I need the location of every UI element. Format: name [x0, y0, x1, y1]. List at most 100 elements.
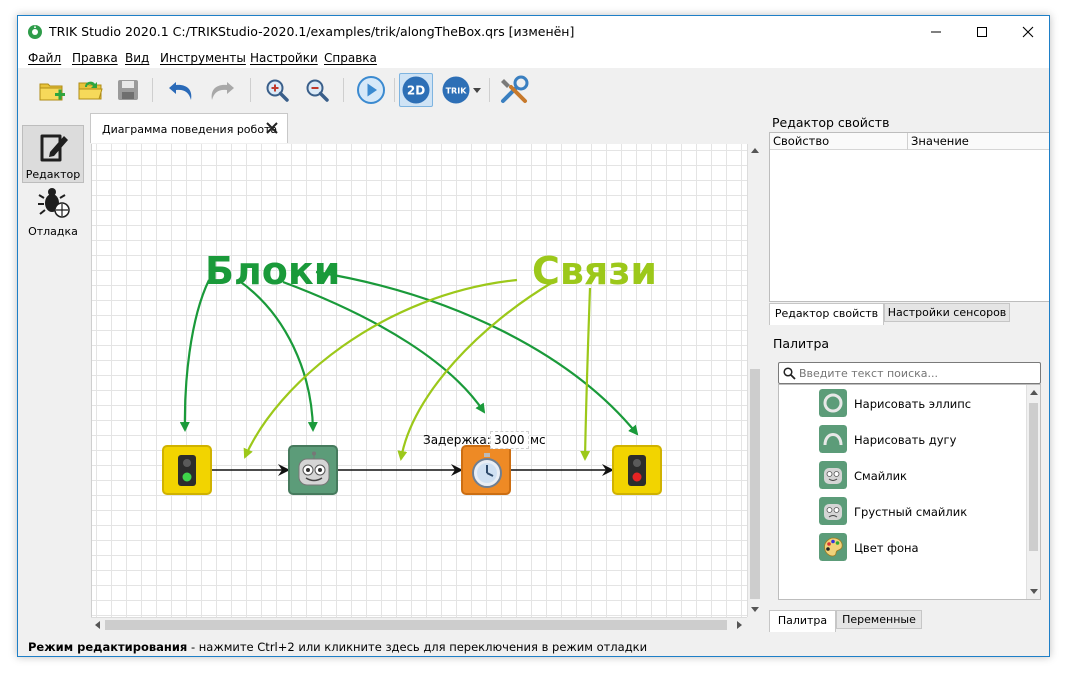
- diagram-tab-bar: Диаграмма поведения робота: [90, 112, 770, 143]
- arrow-blocks-start: [179, 279, 210, 432]
- palette-item-background-color[interactable]: Цвет фона: [819, 533, 1019, 563]
- run-button[interactable]: [354, 73, 388, 107]
- diagram-tab[interactable]: Диаграмма поведения робота: [90, 113, 288, 143]
- scroll-corner: [747, 617, 762, 632]
- scroll-left-icon: [95, 621, 100, 629]
- palette-search-box[interactable]: [778, 362, 1041, 384]
- ellipse-icon: [819, 389, 847, 417]
- property-table-header: Свойство Значение: [770, 133, 1049, 150]
- horizontal-scroll-thumb[interactable]: [105, 620, 727, 630]
- diagram-vertical-scrollbar[interactable]: [747, 144, 762, 617]
- start-block[interactable]: [162, 445, 212, 495]
- delay-value[interactable]: 3000: [490, 431, 529, 449]
- stopwatch-icon: [472, 453, 502, 488]
- mode-2d-button[interactable]: 2D: [399, 73, 433, 107]
- 2d-mode-icon: 2D: [402, 76, 430, 104]
- scroll-down-icon: [1030, 589, 1038, 594]
- property-table[interactable]: Свойство Значение: [769, 132, 1049, 302]
- window-title: TRIK Studio 2020.1 C:/TRIKStudio-2020.1/…: [49, 24, 575, 39]
- column-value[interactable]: Значение: [911, 134, 969, 148]
- tab-variables[interactable]: Переменные: [836, 610, 922, 629]
- column-property[interactable]: Свойство: [773, 134, 829, 148]
- palette-item-smile[interactable]: Смайлик: [819, 461, 1019, 491]
- vertical-scroll-thumb[interactable]: [750, 369, 760, 599]
- palette-list[interactable]: Нарисовать эллипс Нарисовать дугу Смайли…: [778, 384, 1041, 600]
- redo-button[interactable]: [205, 73, 239, 107]
- arrow-links-third: [580, 287, 592, 461]
- property-tabs: Редактор свойств Настройки сенсоров: [769, 303, 1049, 325]
- minimize-icon: [931, 31, 941, 33]
- tab-palette[interactable]: Палитра: [769, 610, 836, 632]
- delay-label: Задержка:: [423, 433, 491, 447]
- robot-model-dropdown[interactable]: [469, 73, 485, 107]
- tools-icon: [501, 75, 529, 103]
- menu-help[interactable]: Справка: [324, 51, 377, 65]
- menu-edit[interactable]: Правка: [72, 51, 118, 65]
- tab-sensor-settings[interactable]: Настройки сенсоров: [884, 303, 1010, 322]
- palette-scrollbar[interactable]: [1026, 385, 1040, 599]
- scroll-up-icon: [751, 148, 759, 153]
- diagram-canvas[interactable]: Блоки Связи Задержка: 3000 мс: [91, 144, 747, 617]
- arrow-links-first: [243, 278, 518, 459]
- play-icon: [357, 76, 385, 104]
- close-window-button[interactable]: [1005, 16, 1049, 48]
- open-project-button[interactable]: [73, 73, 107, 107]
- diagram-horizontal-scrollbar[interactable]: [91, 617, 747, 632]
- maximize-button[interactable]: [959, 16, 1005, 48]
- menu-settings[interactable]: Настройки: [250, 51, 318, 65]
- palette-search-input[interactable]: [799, 365, 1037, 381]
- toolbar-separator: [250, 78, 251, 102]
- menu-file[interactable]: Файл: [28, 51, 61, 65]
- editor-mode-label: Редактор: [25, 168, 81, 181]
- palette-item-arc[interactable]: Нарисовать дугу: [819, 425, 1019, 455]
- toolbar-separator: [489, 78, 490, 102]
- status-mode: Режим редактирования: [28, 640, 188, 654]
- palette-item-ellipse[interactable]: Нарисовать эллипс: [819, 389, 1019, 419]
- settings-tools-button[interactable]: [497, 73, 531, 107]
- undo-icon: [169, 82, 192, 100]
- undo-button[interactable]: [164, 73, 198, 107]
- menu-bar: Файл Правка Вид Инструменты Настройки Сп…: [18, 48, 1049, 68]
- close-icon: [1022, 26, 1034, 38]
- diagram-tab-title: Диаграмма поведения робота: [102, 123, 278, 136]
- annotation-blocks: Блоки: [205, 249, 341, 293]
- zoom-out-button[interactable]: [300, 73, 334, 107]
- palette-tabs: Палитра Переменные: [769, 610, 1049, 632]
- debug-mode-button[interactable]: Отладка: [22, 183, 84, 241]
- status-hint: - нажмите Ctrl+2 или кликните здесь для …: [187, 640, 648, 654]
- save-button[interactable]: [111, 73, 145, 107]
- zoom-in-button[interactable]: [260, 73, 294, 107]
- palette-scroll-thumb[interactable]: [1029, 403, 1038, 551]
- palette-item-label: Нарисовать дугу: [854, 433, 957, 447]
- menu-view[interactable]: Вид: [125, 51, 149, 65]
- dropdown-arrow-icon: [473, 87, 481, 93]
- scroll-up-icon: [1030, 390, 1038, 395]
- new-project-button[interactable]: [35, 73, 69, 107]
- delay-unit: мс: [530, 433, 546, 447]
- end-block[interactable]: [612, 445, 662, 495]
- trik-robot-button[interactable]: TRIK: [439, 73, 473, 107]
- status-text[interactable]: Режим редактирования - нажмите Ctrl+2 ил…: [28, 640, 647, 654]
- close-tab-icon[interactable]: [265, 121, 279, 135]
- application-window: TRIK Studio 2020.1 C:/TRIKStudio-2020.1/…: [17, 15, 1050, 657]
- palette-item-label: Грустный смайлик: [854, 505, 968, 519]
- toolbar-separator: [343, 78, 344, 102]
- smile-block[interactable]: [288, 445, 338, 495]
- palette-item-sad-smile[interactable]: Грустный смайлик: [819, 497, 1019, 527]
- editor-mode-button[interactable]: Редактор: [22, 125, 84, 183]
- annotation-arrows: [179, 270, 639, 476]
- redo-icon: [211, 82, 234, 100]
- minimize-button[interactable]: [913, 16, 959, 48]
- tab-property-editor[interactable]: Редактор свойств: [769, 303, 884, 325]
- property-editor-title: Редактор свойств: [772, 115, 890, 130]
- status-bar[interactable]: Режим редактирования - нажмите Ctrl+2 ил…: [18, 636, 1049, 656]
- menu-tools[interactable]: Инструменты: [160, 51, 246, 65]
- trik-label: TRIK: [446, 87, 468, 96]
- 2d-label: 2D: [407, 84, 425, 98]
- scroll-down-icon: [751, 607, 759, 612]
- timer-block[interactable]: [461, 445, 511, 495]
- palette-item-label: Цвет фона: [854, 541, 919, 555]
- left-dock: Редактор Отладка: [18, 120, 88, 640]
- traffic-light-red-icon: [628, 455, 646, 486]
- editor-icon: [40, 134, 68, 162]
